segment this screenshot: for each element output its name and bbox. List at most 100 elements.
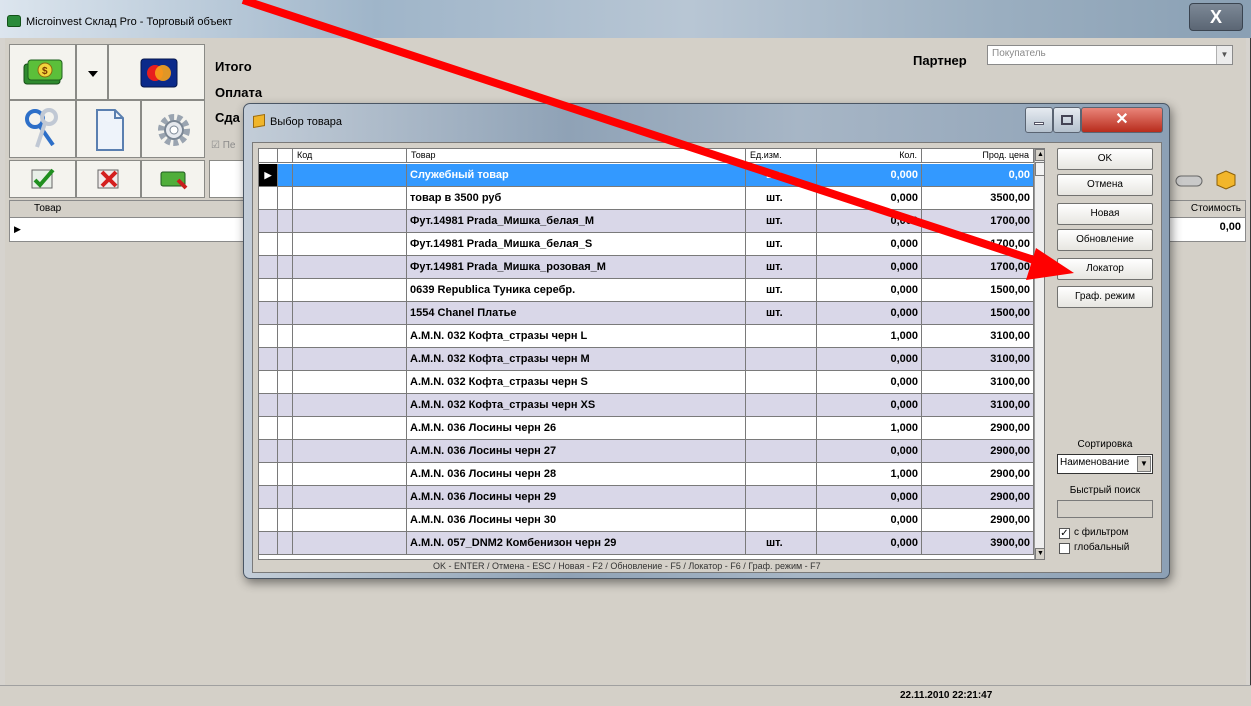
col-price[interactable]: Прод. цена bbox=[922, 149, 1034, 163]
products-table[interactable]: Код Товар Ед.изм. Кол. Прод. цена ▶ Служе… bbox=[258, 148, 1045, 560]
scroll-thumb[interactable] bbox=[1035, 162, 1044, 176]
cell-name: Фут.14981 Prada_Мишка_розовая_М bbox=[407, 256, 746, 278]
chevron-down-icon[interactable]: ▼ bbox=[1137, 456, 1151, 472]
quick-search-input[interactable] bbox=[1057, 500, 1153, 518]
new-button[interactable]: Новая bbox=[1057, 203, 1153, 225]
partner-combo[interactable]: Покупатель ▼ bbox=[987, 45, 1233, 65]
table-row[interactable]: Фут.14981 Prada_Мишка_белая_S шт. 0,000 170… bbox=[259, 233, 1044, 256]
svg-text:$: $ bbox=[42, 66, 48, 77]
table-row[interactable]: Фут.14981 Prada_Мишка_белая_М шт. 0,000 170… bbox=[259, 210, 1044, 233]
cell-spacer bbox=[278, 532, 293, 554]
cell-spacer bbox=[278, 486, 293, 508]
cell-unit bbox=[746, 463, 817, 485]
maximize-button[interactable] bbox=[1053, 107, 1081, 133]
current-row-indicator-icon: ▶ bbox=[259, 164, 278, 186]
table-row[interactable]: A.M.N. 032 Кофта_стразы черн L 1,000 3100,… bbox=[259, 325, 1044, 348]
cell-unit bbox=[746, 348, 817, 370]
cell-qty: 1,000 bbox=[817, 417, 922, 439]
app-icon bbox=[7, 15, 21, 27]
table-row[interactable]: A.M.N. 036 Лосины черн 28 1,000 2900,00 bbox=[259, 463, 1044, 486]
ok-button[interactable]: OK bbox=[1057, 148, 1153, 170]
table-scrollbar[interactable]: ▲ ▼ bbox=[1034, 149, 1044, 559]
settings-button[interactable] bbox=[141, 100, 205, 158]
cell-qty: 0,000 bbox=[817, 302, 922, 324]
document-button[interactable] bbox=[76, 100, 141, 158]
cell-code bbox=[293, 210, 407, 232]
cell-price: 0,00 bbox=[922, 164, 1034, 186]
return-button[interactable] bbox=[141, 160, 205, 198]
table-row[interactable]: A.M.N. 032 Кофта_стразы черн M 0,000 3100,… bbox=[259, 348, 1044, 371]
global-checkbox[interactable] bbox=[1059, 543, 1070, 554]
dialog-close-button[interactable]: ✕ bbox=[1081, 107, 1163, 133]
cost-grid[interactable]: Стоимость 0,00 bbox=[1160, 200, 1246, 242]
cash-payment-button[interactable]: $ bbox=[9, 44, 76, 100]
row-indicator bbox=[259, 210, 278, 232]
graph-mode-button[interactable]: Граф. режим bbox=[1057, 286, 1153, 308]
minimize-button[interactable] bbox=[1025, 107, 1053, 133]
col-qty[interactable]: Кол. bbox=[817, 149, 922, 163]
table-row[interactable]: ▶ Служебный товар шт. 0,000 0,00 bbox=[259, 164, 1044, 187]
cell-code bbox=[293, 164, 407, 186]
table-row[interactable]: 0639 Republica Туника серебр. шт. 0,000 150… bbox=[259, 279, 1044, 302]
table-row[interactable]: A.M.N. 036 Лосины черн 26 1,000 2900,00 bbox=[259, 417, 1044, 440]
cell-code bbox=[293, 509, 407, 531]
items-grid[interactable]: Товар ▶ bbox=[9, 200, 249, 242]
cell-spacer bbox=[278, 348, 293, 370]
row-indicator bbox=[259, 463, 278, 485]
partial-checkbox-label[interactable]: ☑ Пе bbox=[211, 140, 236, 151]
sort-select[interactable]: Наименование ▼ bbox=[1057, 454, 1153, 474]
row-indicator bbox=[259, 486, 278, 508]
cancel-button[interactable]: Отмена bbox=[1057, 174, 1153, 196]
cell-price: 1700,00 bbox=[922, 256, 1034, 278]
locator-button[interactable]: Локатор bbox=[1057, 258, 1153, 280]
cell-spacer bbox=[278, 417, 293, 439]
table-row[interactable]: A.M.N. 036 Лосины черн 27 0,000 2900,00 bbox=[259, 440, 1044, 463]
cell-unit: шт. bbox=[746, 210, 817, 232]
table-row[interactable]: Фут.14981 Prada_Мишка_розовая_М шт. 0,000 1… bbox=[259, 256, 1044, 279]
cell-name: Фут.14981 Prada_Мишка_белая_М bbox=[407, 210, 746, 232]
partner-search-button[interactable] bbox=[9, 100, 76, 158]
shortcut-hints: OK - ENTER / Отмена - ESC / Новая - F2 /… bbox=[433, 561, 821, 571]
table-row[interactable]: A.M.N. 036 Лосины черн 29 0,000 2900,00 bbox=[259, 486, 1044, 509]
cell-name: A.M.N. 032 Кофта_стразы черн M bbox=[407, 348, 746, 370]
col-name[interactable]: Товар bbox=[407, 149, 746, 163]
cell-code bbox=[293, 532, 407, 554]
cell-price: 1700,00 bbox=[922, 210, 1034, 232]
main-close-button[interactable]: X bbox=[1189, 3, 1243, 31]
table-row[interactable]: A.M.N. 057_DNM2 Комбенизон черн 29 шт. 0,0… bbox=[259, 532, 1044, 555]
table-row[interactable]: 1554 Chanel Платье шт. 0,000 1500,00 bbox=[259, 302, 1044, 325]
payment-dropdown-button[interactable] bbox=[76, 44, 108, 100]
filter-checkbox[interactable]: ✓ bbox=[1059, 528, 1070, 539]
scroll-up-icon[interactable]: ▲ bbox=[1035, 149, 1044, 161]
card-payment-button[interactable] bbox=[108, 44, 205, 100]
scroll-down-icon[interactable]: ▼ bbox=[1035, 548, 1044, 559]
col-indicator bbox=[259, 149, 278, 163]
sort-value: Наименование bbox=[1060, 457, 1130, 468]
cell-qty: 0,000 bbox=[817, 440, 922, 462]
confirm-button[interactable] bbox=[9, 160, 76, 198]
chevron-down-icon[interactable]: ▼ bbox=[1216, 46, 1232, 64]
table-row[interactable]: A.M.N. 036 Лосины черн 30 0,000 2900,00 bbox=[259, 509, 1044, 532]
row-indicator bbox=[259, 187, 278, 209]
cell-unit bbox=[746, 440, 817, 462]
table-row[interactable]: A.M.N. 032 Кофта_стразы черн XS 0,000 3100… bbox=[259, 394, 1044, 417]
col-code[interactable]: Код bbox=[293, 149, 407, 163]
table-row[interactable]: A.M.N. 032 Кофта_стразы черн S 0,000 3100,… bbox=[259, 371, 1044, 394]
cell-unit bbox=[746, 509, 817, 531]
row-indicator bbox=[259, 394, 278, 416]
partner-value: Покупатель bbox=[992, 48, 1046, 59]
document-icon bbox=[96, 109, 124, 151]
cell-code bbox=[293, 233, 407, 255]
table-row[interactable]: товар в 3500 руб шт. 0,000 3500,00 bbox=[259, 187, 1044, 210]
cell-spacer bbox=[278, 509, 293, 531]
cancel-document-button[interactable] bbox=[76, 160, 141, 198]
scale-icon bbox=[1175, 175, 1203, 187]
scale-icon-button[interactable] bbox=[1170, 160, 1206, 198]
cell-code bbox=[293, 348, 407, 370]
box-icon-button[interactable] bbox=[1208, 160, 1244, 198]
cell-qty: 0,000 bbox=[817, 348, 922, 370]
cell-unit bbox=[746, 486, 817, 508]
row-indicator bbox=[259, 417, 278, 439]
col-unit[interactable]: Ед.изм. bbox=[746, 149, 817, 163]
refresh-button[interactable]: Обновление bbox=[1057, 229, 1153, 251]
